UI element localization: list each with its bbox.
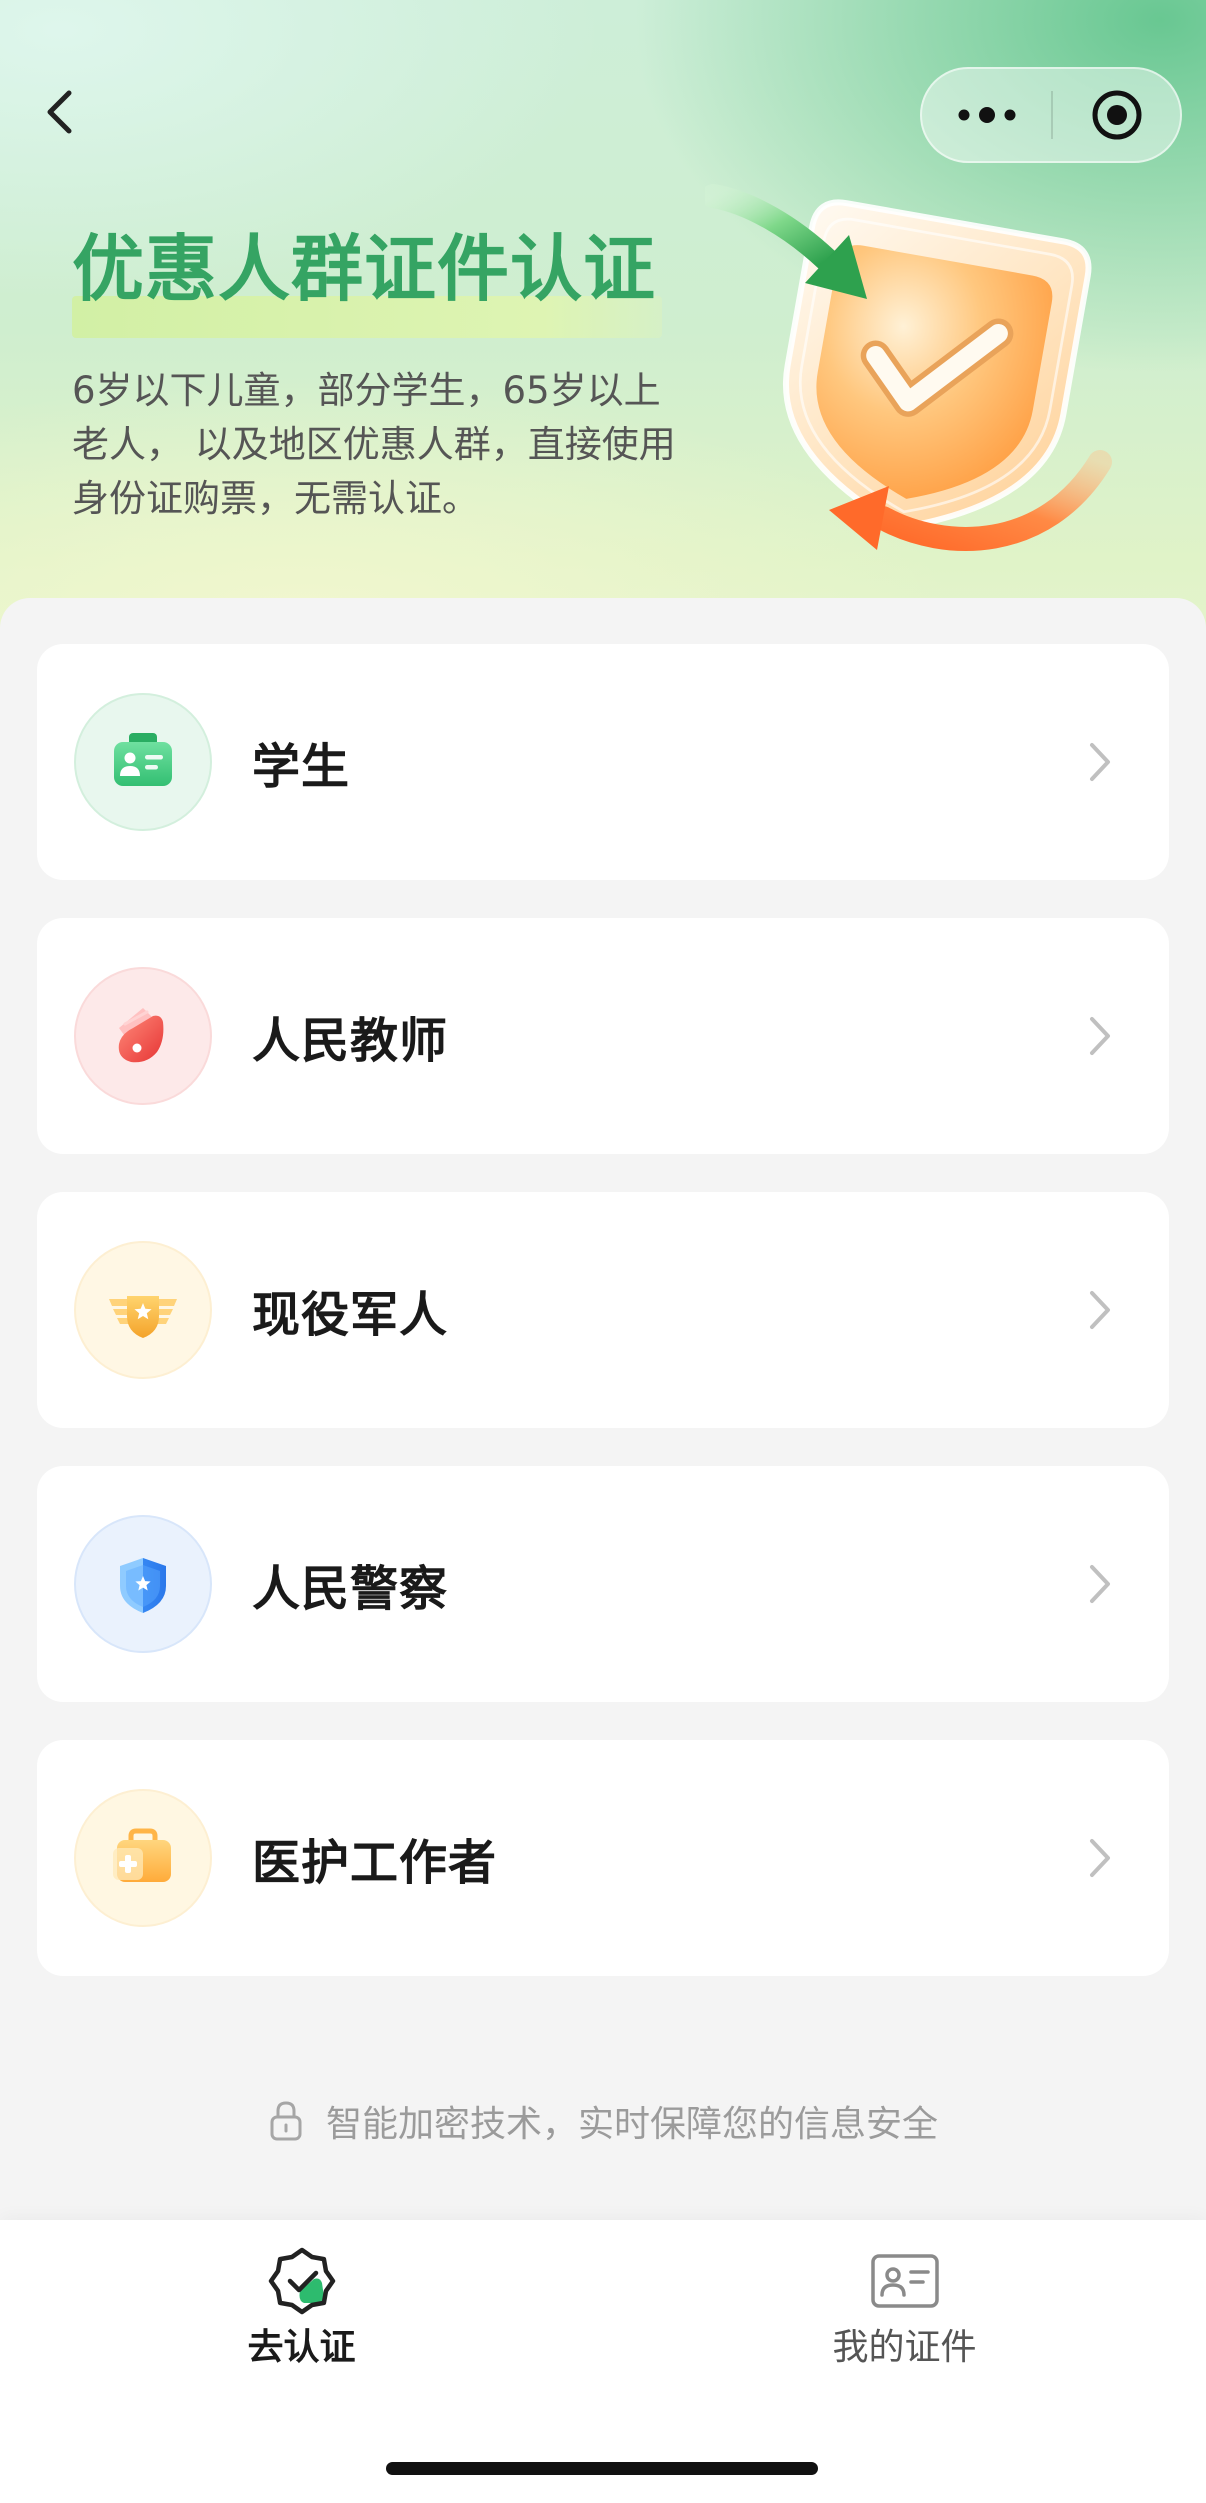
security-note-text: 智能加密技术，实时保障您的信息安全	[325, 2104, 938, 2145]
page: 优惠人群证件认证 6岁以下儿童，部分学生，65岁以上 老人， 以及地区优惠人群，…	[0, 0, 1206, 2503]
tab-label: 我的证件	[832, 2327, 977, 2368]
category-label: 医护工作者	[252, 1835, 498, 1891]
home-indicator[interactable]	[386, 2462, 818, 2475]
shield-check-icon	[701, 180, 1125, 575]
more-dots-icon	[958, 107, 1016, 123]
tab-verify[interactable]: 去认证	[0, 2220, 603, 2390]
chevron-right-icon	[1087, 1288, 1113, 1332]
category-label: 现役军人	[252, 1287, 449, 1343]
more-button[interactable]	[922, 69, 1052, 161]
category-card-police[interactable]: 人民警察	[37, 1466, 1169, 1702]
security-note: 智能加密技术，实时保障您的信息安全	[0, 2096, 1206, 2146]
category-label: 人民警察	[252, 1561, 449, 1617]
subtitle-line: 身份证购票，无需认证。	[72, 477, 479, 520]
id-card-icon	[867, 2243, 943, 2319]
medical-kit-icon	[73, 1788, 213, 1928]
subtitle-line: 6岁以下儿童，部分学生，65岁以上	[72, 369, 661, 412]
soldier-badge-icon	[73, 1240, 213, 1380]
student-id-icon	[73, 692, 213, 832]
teacher-icon	[73, 966, 213, 1106]
chevron-right-icon	[1087, 1562, 1113, 1606]
mini-program-capsule	[920, 67, 1182, 163]
page-subtitle: 6岁以下儿童，部分学生，65岁以上 老人， 以及地区优惠人群，直接使用 身份证购…	[72, 364, 712, 526]
chevron-right-icon	[1087, 1014, 1113, 1058]
bottom-tab-bar: 去认证 我的证件	[0, 2220, 1206, 2503]
category-card-medical[interactable]: 医护工作者	[37, 1740, 1169, 1976]
subtitle-line: 老人， 以及地区优惠人群，直接使用	[72, 423, 676, 466]
category-card-soldier[interactable]: 现役军人	[37, 1192, 1169, 1428]
police-shield-icon	[73, 1514, 213, 1654]
category-label: 学生	[252, 739, 351, 795]
tab-my-documents[interactable]: 我的证件	[603, 2220, 1206, 2390]
chevron-right-icon	[1087, 740, 1113, 784]
lock-icon	[268, 2100, 304, 2142]
back-button[interactable]	[36, 86, 88, 138]
chevron-right-icon	[1087, 1836, 1113, 1880]
category-label: 人民教师	[252, 1013, 449, 1069]
category-card-teacher[interactable]: 人民教师	[37, 918, 1169, 1154]
chevron-left-icon	[47, 90, 72, 134]
close-button[interactable]	[1053, 69, 1180, 161]
page-title: 优惠人群证件认证	[72, 227, 657, 311]
category-list: 学生 人民教师 现役军人 人民警察 医护工作者	[37, 644, 1169, 2014]
target-icon	[1092, 90, 1141, 140]
verify-badge-icon	[264, 2243, 340, 2319]
tab-label: 去认证	[247, 2327, 356, 2368]
category-card-student[interactable]: 学生	[37, 644, 1169, 880]
